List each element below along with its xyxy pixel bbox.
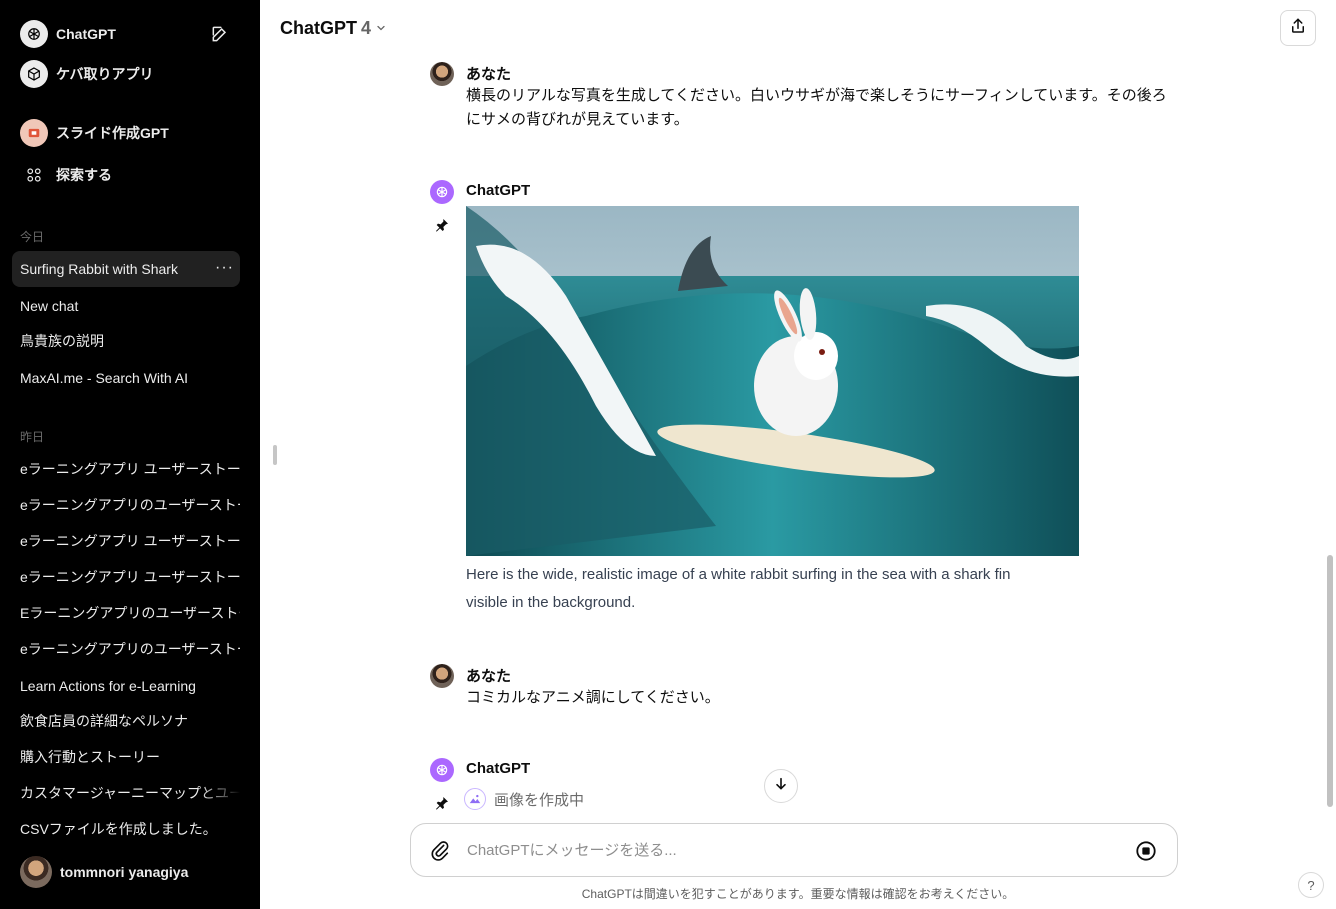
sidebar-gpt-kebatori[interactable]: ケバ取りアプリ [12,56,240,92]
user-profile[interactable]: tommnori yanagiya [12,852,240,892]
message-author: あなた [466,66,512,83]
user-name: tommnori yanagiya [60,864,189,880]
arrow-down-icon [773,776,789,797]
sidebar: ChatGPT ケバ取りアプリ スライド作成GPT 探索する 今日 Surfin… [0,0,260,909]
chat-item[interactable]: MaxAI.me - Search With AI [12,360,240,396]
chat-item[interactable]: 飲食店員の詳細なペルソナ [12,703,240,739]
user-message-avatar [430,664,454,688]
chevron-down-icon [375,18,387,39]
message-text: 横長のリアルな写真を生成してください。白いウサギが海で楽しそうにサーフィンしてい… [466,87,1167,104]
more-options-icon[interactable]: ··· [215,259,234,277]
image-creating-status: 画像を作成中 [464,788,584,810]
new-chat-edit-icon[interactable] [210,24,230,44]
chat-item[interactable]: eラーニングアプリのユーザーストーリー [12,631,240,667]
chat-item-surfing-rabbit[interactable]: Surfing Rabbit with Shark ··· [12,251,240,287]
sidebar-chatgpt-home[interactable]: ChatGPT [12,16,240,52]
chat-item[interactable]: Learn Actions for e-Learning [12,668,240,704]
generated-image[interactable] [466,206,1079,556]
sidebar-chatgpt-label: ChatGPT [56,26,116,42]
image-icon [464,788,486,810]
user-avatar [20,856,52,888]
message-author: ChatGPT [466,760,531,777]
chat-item[interactable]: eラーニングアプリ ユーザーストーリー [12,559,240,595]
model-name: ChatGPT [280,18,358,38]
scrollbar-thumb[interactable] [1327,555,1333,807]
message-text: にサメの背びれが見えています。 [466,111,689,128]
share-icon [1289,17,1307,40]
chat-item[interactable]: 鳥貴族の説明 [12,323,240,359]
main-area: ChatGPT 4 あなた 横長のリアルな写真を生成してください。白いウサギが海… [260,0,1336,909]
chat-item-label: Learn Actions for e-Learning [20,678,196,694]
openai-logo-icon [20,20,48,48]
chat-item[interactable]: eラーニングアプリ ユーザーストーリー [12,451,240,487]
creating-label: 画像を作成中 [494,791,585,809]
message-text: visible in the background. [466,594,636,611]
scroll-to-bottom-button[interactable] [764,769,798,803]
cube-icon [20,60,48,88]
message-author: あなた [466,668,512,685]
sidebar-gpt-kebatori-label: ケバ取りアプリ [56,66,154,82]
sidebar-explore[interactable]: 探索する [12,157,240,193]
message-text: コミカルなアニメ調にしてください。 [466,689,720,706]
chat-item-label: Surfing Rabbit with Shark [20,261,178,277]
chat-item[interactable]: New chat [12,288,240,324]
pin-icon[interactable] [434,795,450,811]
message-author: ChatGPT [466,182,531,199]
chat-item-label: Eラーニングアプリのユーザーストーリー [20,605,240,621]
pin-icon[interactable] [434,217,450,233]
section-yesterday: 昨日 [20,430,45,444]
message-text: Here is the wide, realistic image of a w… [466,566,1011,583]
chat-item[interactable]: 購入行動とストーリー [12,739,240,775]
sidebar-explore-label: 探索する [56,167,112,183]
chat-item-label: New chat [20,298,79,314]
sidebar-gpt-slide[interactable]: スライド作成GPT [12,115,240,151]
model-selector[interactable]: ChatGPT 4 [280,18,387,39]
chat-item-label: eラーニングアプリのユーザーストーリー [20,497,240,513]
chat-item-label: eラーニングアプリのユーザーストーリー [20,641,240,657]
sidebar-collapse-handle[interactable] [273,445,277,465]
message-composer [410,823,1178,877]
chat-item-label: eラーニングアプリ ユーザーストーリー [20,461,240,477]
chat-item[interactable]: eラーニングアプリのユーザーストーリー [12,487,240,523]
chat-item[interactable]: Eラーニングアプリのユーザーストーリー [12,595,240,631]
chat-item[interactable]: CSVファイルを作成しました。 [12,811,240,847]
chatgpt-avatar [430,180,454,204]
disclaimer-text: ChatGPTは間違いを犯すことがあります。重要な情報は確認をお考えください。 [581,887,1015,901]
help-button[interactable]: ? [1298,872,1324,898]
message-input[interactable] [467,841,1107,859]
sidebar-gpt-slide-label: スライド作成GPT [56,125,169,141]
chat-item-label: MaxAI.me - Search With AI [20,370,189,386]
section-today: 今日 [20,230,45,244]
grid-dots-icon [20,161,48,189]
chat-item-label: CSVファイルを作成しました。 [20,821,217,837]
chat-item[interactable]: カスタマージャーニーマップとユーザーストー [12,775,240,811]
share-button[interactable] [1280,10,1316,46]
chat-item-label: eラーニングアプリ ユーザーストーリー [20,569,240,585]
chat-item-label: 購入行動とストーリー [20,749,160,765]
fade-overlay [200,775,240,811]
model-version: 4 [361,18,372,38]
attach-paperclip-icon[interactable] [429,839,451,861]
slide-gpt-icon [20,119,48,147]
user-message-avatar [430,62,454,86]
chat-item-label: 飲食店員の詳細なペルソナ [20,713,188,729]
chatgpt-avatar [430,758,454,782]
chat-item-label: eラーニングアプリ ユーザーストーリー [20,533,240,549]
chat-item-label: 鳥貴族の説明 [20,333,104,349]
stop-generating-icon[interactable] [1135,840,1157,862]
chat-item[interactable]: eラーニングアプリ ユーザーストーリー [12,523,240,559]
